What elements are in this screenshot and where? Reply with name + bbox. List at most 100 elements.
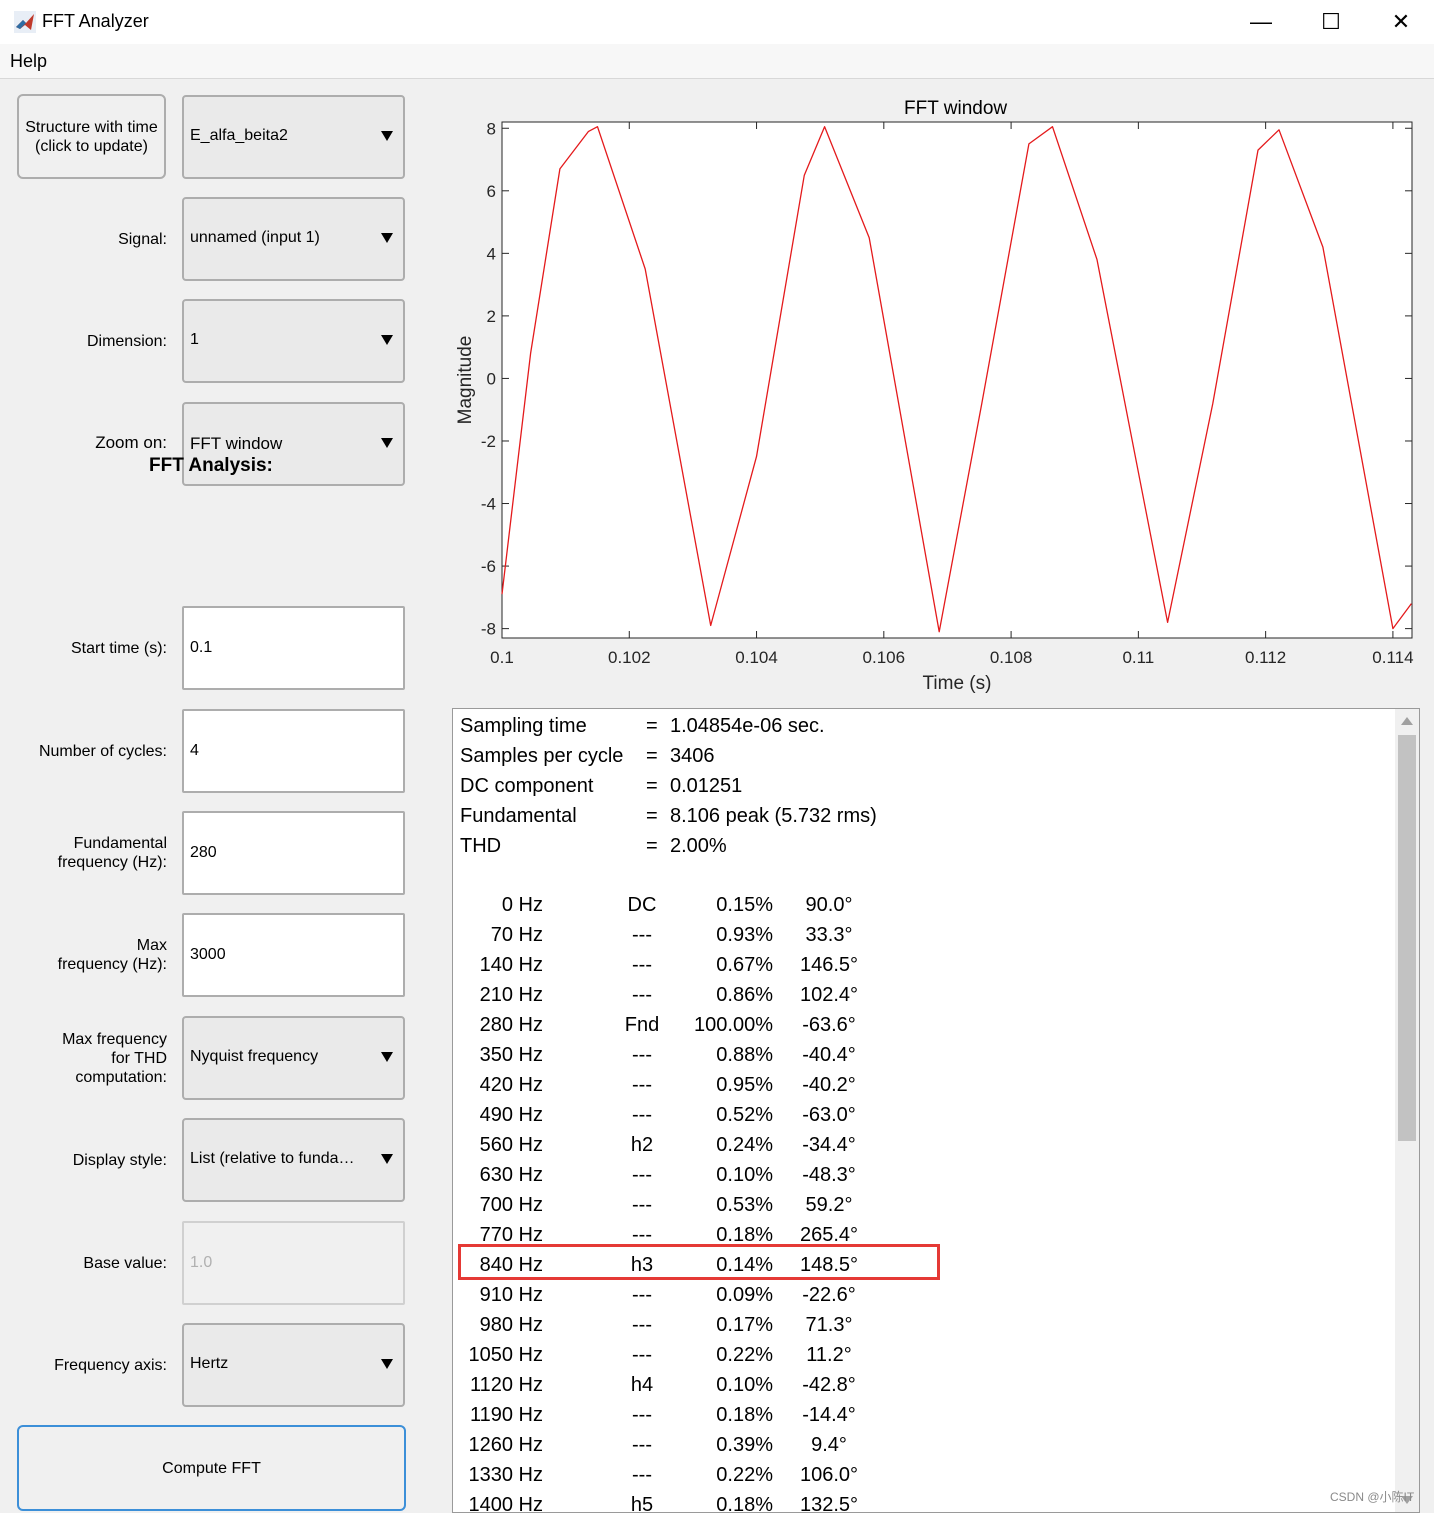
start-time-field[interactable]: 0.1 (182, 606, 405, 690)
harmonic-percent: 0.67% (716, 954, 773, 976)
harmonic-row: 210 Hz --- 0.86% 102.4° (453, 980, 1393, 1010)
display-style-value: List (relative to funda… (190, 1150, 355, 1167)
harmonic-phase: 71.3° (805, 1314, 853, 1336)
harmonic-frequency: 630 Hz (479, 1164, 543, 1186)
dropdown-arrow-icon (381, 1154, 393, 1164)
harmonic-percent: 0.53% (716, 1194, 773, 1216)
harmonic-frequency: 1190 Hz (469, 1404, 543, 1426)
start-time-label: Start time (s): (70, 640, 167, 657)
harmonic-percent: 0.09% (716, 1284, 773, 1306)
harmonic-phase: -14.4° (802, 1404, 856, 1426)
dropdown-arrow-icon (381, 131, 393, 141)
info-key: Sampling time (460, 715, 587, 737)
x-axis-label: Time (s) (923, 673, 992, 694)
display-style-dropdown[interactable]: List (relative to funda… (182, 1118, 405, 1202)
harmonic-tag: --- (632, 1404, 652, 1426)
close-button[interactable]: ✕ (1366, 0, 1434, 44)
harmonic-row: 1260 Hz --- 0.39% 9.4° (453, 1430, 1393, 1460)
harmonic-frequency: 350 Hz (479, 1044, 543, 1066)
harmonic-phase: 132.5° (799, 1494, 859, 1513)
display-style-label: Display style: (72, 1152, 167, 1169)
x-tick-label: 0.11 (1122, 648, 1154, 667)
harmonic-phase: 33.3° (805, 924, 853, 946)
vertical-scrollbar[interactable] (1395, 709, 1419, 1512)
structure-dropdown[interactable]: E_alfa_beita2 (182, 95, 405, 179)
zoom-label: Zoom on: (95, 433, 167, 452)
harmonic-row: 140 Hz --- 0.67% 146.5° (453, 950, 1393, 980)
dropdown-arrow-icon (381, 438, 393, 448)
frequency-axis-dropdown[interactable]: Hertz (182, 1323, 405, 1407)
harmonic-tag: DC (627, 894, 657, 916)
harmonic-phase: -63.0° (802, 1104, 856, 1126)
frequency-axis-label: Frequency axis: (54, 1357, 167, 1374)
harmonic-row: 350 Hz --- 0.88% -40.4° (453, 1040, 1393, 1070)
fundamental-frequency-value: 280 (190, 844, 217, 861)
thd-frequency-label: Max frequency for THD computation: (62, 1031, 167, 1086)
thd-frequency-dropdown[interactable]: Nyquist frequency (182, 1016, 405, 1100)
results-listbox[interactable]: Sampling time = 1.04854e-06 sec. Samples pe… (452, 708, 1420, 1513)
harmonic-phase: -63.6° (802, 1014, 856, 1036)
x-tick-label: 0.112 (1245, 648, 1286, 667)
harmonic-frequency: 490 Hz (479, 1104, 543, 1126)
info-equals: = (646, 775, 658, 797)
dimension-dropdown[interactable]: 1 (182, 299, 405, 383)
dropdown-arrow-icon (381, 1052, 393, 1062)
harmonic-phase: 106.0° (799, 1464, 859, 1486)
harmonic-tag: h4 (630, 1374, 654, 1396)
y-tick-label: -6 (481, 557, 496, 576)
cycles-field[interactable]: 4 (182, 709, 405, 793)
harmonic-tag: --- (632, 1284, 652, 1306)
structure-value: E_alfa_beita2 (190, 127, 288, 144)
compute-fft-button[interactable]: Compute FFT (17, 1425, 406, 1511)
y-tick-label: 0 (487, 369, 496, 388)
harmonic-frequency: 1050 Hz (468, 1344, 544, 1366)
harmonic-frequency: 1260 Hz (468, 1434, 544, 1456)
minimize-button[interactable]: — (1226, 0, 1296, 44)
scroll-up-icon[interactable] (1401, 717, 1413, 725)
info-value: 1.04854e-06 sec. (670, 715, 825, 737)
harmonic-tag: --- (632, 1074, 652, 1096)
harmonic-percent: 0.22% (716, 1344, 773, 1366)
menu-help[interactable]: Help (10, 51, 47, 72)
harmonic-frequency: 910 Hz (479, 1284, 543, 1306)
max-frequency-value: 3000 (190, 946, 226, 963)
y-tick-label: 4 (487, 244, 496, 263)
title-bar: FFT Analyzer — ☐ ✕ (0, 0, 1434, 44)
harmonic-tag: h2 (630, 1134, 654, 1156)
x-tick-label: 0.1 (490, 648, 514, 667)
harmonic-frequency: 140 Hz (479, 954, 543, 976)
harmonic-row: 980 Hz --- 0.17% 71.3° (453, 1310, 1393, 1340)
harmonic-phase: 102.4° (799, 984, 859, 1006)
info-equals: = (646, 715, 658, 737)
base-value-value: 1.0 (190, 1254, 213, 1271)
harmonic-frequency: 420 Hz (479, 1074, 543, 1096)
maximize-icon: ☐ (1321, 9, 1341, 34)
harmonic-frequency: 210 Hz (479, 984, 543, 1006)
signal-dropdown[interactable]: unnamed (input 1) (182, 197, 405, 281)
harmonic-tag: --- (632, 984, 652, 1006)
harmonic-percent: 0.86% (716, 984, 773, 1006)
highlight-box (458, 1244, 940, 1280)
harmonic-row: 420 Hz --- 0.95% -40.2° (453, 1070, 1393, 1100)
harmonic-phase: -40.2° (802, 1074, 856, 1096)
harmonic-row: 560 Hz h2 0.24% -34.4° (453, 1130, 1393, 1160)
base-value-field: 1.0 (182, 1221, 405, 1305)
harmonic-tag: --- (632, 1344, 652, 1366)
max-frequency-field[interactable]: 3000 (182, 913, 405, 997)
watermark: CSDN @小陈IT (1330, 1490, 1415, 1504)
fundamental-frequency-field[interactable]: 280 (182, 811, 405, 895)
harmonic-row: 1050 Hz --- 0.22% 11.2° (453, 1340, 1393, 1370)
structure-update-button[interactable]: Structure with time (click to update) (17, 94, 166, 179)
harmonic-frequency: 1330 Hz (468, 1464, 544, 1486)
harmonic-row: 1120 Hz h4 0.10% -42.8° (453, 1370, 1393, 1400)
scroll-thumb[interactable] (1398, 735, 1416, 1141)
harmonic-phase: 90.0° (805, 894, 853, 916)
base-value-label: Base value: (83, 1255, 167, 1272)
harmonic-frequency: 70 Hz (490, 924, 543, 946)
harmonic-row: 490 Hz --- 0.52% -63.0° (453, 1100, 1393, 1130)
max-frequency-label: Max frequency (Hz): (57, 937, 167, 973)
maximize-button[interactable]: ☐ (1296, 0, 1366, 44)
harmonic-phase: -40.4° (802, 1044, 856, 1066)
info-key: THD (460, 835, 502, 857)
harmonic-tag: --- (632, 1044, 652, 1066)
